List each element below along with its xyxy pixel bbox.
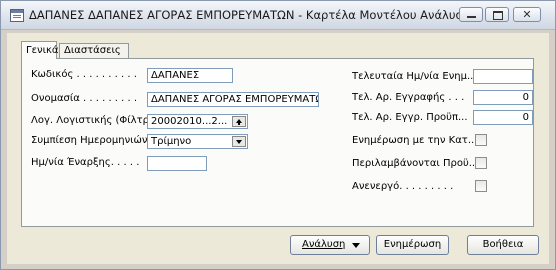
date-compression-label: Συμπίεση Ημερομηνιών — [31, 135, 148, 146]
analysis-button-label: Ανάλυση — [302, 239, 346, 250]
account-filter-label: Λογ. Λογιστικής (Φίλτρο) — [31, 115, 159, 126]
tab-general[interactable]: Γενικά — [21, 41, 59, 59]
minimize-icon — [467, 16, 476, 18]
card-window-icon — [10, 9, 24, 22]
maximize-button[interactable] — [485, 7, 509, 22]
date-compression-value: Τρίμηνο — [151, 136, 192, 147]
account-filter-field[interactable]: 20002010...2... — [147, 114, 248, 129]
date-compression-select[interactable]: Τρίμηνο — [147, 134, 248, 149]
lookup-arrow-icon[interactable] — [232, 116, 246, 127]
close-button[interactable]: ✕ — [513, 7, 541, 22]
close-icon: ✕ — [522, 8, 532, 21]
last-update-date-label: Τελευταία Ημ/νία Ενημ... — [352, 71, 477, 82]
code-field[interactable]: ΔΑΠΑΝΕΣ — [147, 68, 233, 83]
analysis-menu-button[interactable]: Ανάλυση — [290, 235, 370, 255]
analysis-view-card-window: ΔΑΠΑΝΕΣ ΔΑΠΑΝΕΣ ΑΓΟΡΑΣ ΕΜΠΟΡΕΥΜΑΤΩΝ - Κα… — [0, 0, 556, 270]
start-date-label: Ημ/νία Έναρξης. . . . . — [31, 157, 140, 168]
name-label: Ονομασία . . . . . . . . . — [31, 93, 138, 104]
last-update-date-field[interactable] — [473, 69, 533, 84]
code-label: Κωδικός . . . . . . . . . . — [31, 69, 137, 80]
last-budget-entry-no-field[interactable]: 0 — [473, 110, 533, 125]
include-budgets-checkbox[interactable] — [475, 157, 487, 169]
chevron-down-icon — [352, 243, 360, 248]
general-tab-panel: Κωδικός . . . . . . . . . . ΔΑΠΑΝΕΣ Ονομ… — [21, 58, 534, 227]
update-on-posting-checkbox[interactable] — [475, 134, 487, 146]
account-filter-value: 20002010...2... — [151, 116, 228, 127]
last-budget-entry-no-label: Τελ. Αρ. Εγγρ. Προϋπ... — [352, 112, 468, 123]
title-bar[interactable]: ΔΑΠΑΝΕΣ ΔΑΠΑΝΕΣ ΑΓΟΡΑΣ ΕΜΠΟΡΕΥΜΑΤΩΝ - Κα… — [1, 1, 555, 30]
window-client-area: Γενικά Διαστάσεις Κωδικός . . . . . . . … — [7, 33, 549, 264]
update-button-label: Ενημέρωση — [383, 239, 442, 250]
minimize-button[interactable] — [459, 7, 483, 22]
help-button-label: Βοήθεια — [482, 239, 524, 250]
start-date-field[interactable] — [147, 156, 207, 171]
tab-dimensions[interactable]: Διαστάσεις — [59, 43, 129, 58]
name-field[interactable]: ΔΑΠΑΝΕΣ ΑΓΟΡΑΣ ΕΜΠΟΡΕΥΜΑΤΩΝ — [147, 92, 319, 107]
tab-general-label: Γενικά — [26, 45, 59, 56]
tab-dimensions-label: Διαστάσεις — [64, 45, 121, 56]
include-budgets-label: Περιλαμβάνονται Προϋ... — [352, 158, 479, 169]
update-button[interactable]: Ενημέρωση — [376, 235, 449, 255]
maximize-icon — [493, 11, 503, 20]
help-button[interactable]: Βοήθεια — [467, 235, 539, 255]
last-entry-no-label: Τελ. Αρ. Εγγραφής . . . — [352, 92, 465, 103]
chevron-down-icon[interactable] — [232, 136, 246, 147]
blocked-checkbox[interactable] — [475, 180, 487, 192]
last-entry-no-field[interactable]: 0 — [473, 90, 533, 105]
update-on-posting-label: Ενημέρωση με την Κατ... — [352, 135, 478, 146]
blocked-label: Ανενεργό. . . . . . . . . — [352, 181, 454, 192]
window-title: ΔΑΠΑΝΕΣ ΔΑΠΑΝΕΣ ΑΓΟΡΑΣ ΕΜΠΟΡΕΥΜΑΤΩΝ - Κα… — [29, 8, 477, 22]
